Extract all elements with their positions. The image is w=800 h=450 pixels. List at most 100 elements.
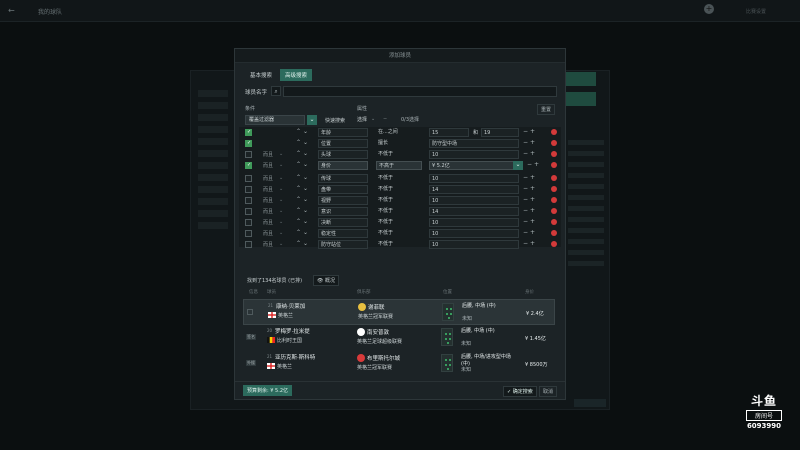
filter-operator[interactable]: 擅长 (376, 139, 422, 148)
stepper-icon[interactable]: −+ (527, 161, 541, 168)
delete-icon[interactable] (551, 186, 557, 192)
filter-prefix[interactable]: 而且 (263, 241, 273, 248)
filter-value[interactable]: 10 (429, 229, 519, 238)
move-arrows-icon[interactable]: ⌃⌄ (296, 161, 310, 168)
chevron-down-icon[interactable]: ⌄ (279, 197, 283, 203)
cancel-button[interactable]: 取消 (539, 386, 558, 397)
filter-operator[interactable]: 不高于 (376, 161, 422, 170)
filter-checkbox[interactable] (245, 186, 252, 193)
stepper-icon[interactable]: −+ (523, 128, 537, 135)
filter-value[interactable]: 10 (429, 150, 519, 159)
player-name-input[interactable] (283, 86, 557, 97)
filter-value[interactable]: ¥ 5.2亿 (429, 161, 519, 170)
move-arrows-icon[interactable]: ⌃⌄ (296, 196, 310, 203)
move-arrows-icon[interactable]: ⌃⌄ (296, 150, 310, 157)
move-arrows-icon[interactable]: ⌃⌄ (296, 240, 310, 247)
stepper-icon[interactable]: −+ (523, 218, 537, 225)
filter-field[interactable]: 传球 (318, 174, 368, 183)
chevron-down-icon[interactable]: ⌄ (279, 241, 283, 247)
filter-checkbox[interactable] (245, 162, 252, 169)
chevron-down-icon[interactable]: ⌄ (279, 208, 283, 214)
filter-operator[interactable]: 不低于 (376, 218, 422, 227)
filter-field[interactable]: 意识 (318, 207, 368, 216)
filter-field[interactable]: 防守站位 (318, 240, 368, 249)
attribute-choose[interactable]: 选择 (357, 116, 367, 123)
player-row[interactable]: 21 康纳·贝莱加 英格兰 谢菲联 英格兰冠军联赛 后腰, 中场 (中) 未知 ¥ 2.4亿 (243, 299, 555, 325)
column-header[interactable]: 信息 (249, 289, 258, 295)
filter-field[interactable]: 身价 (318, 161, 368, 170)
filter-value[interactable]: 14 (429, 185, 519, 194)
chevron-down-icon[interactable]: ⌄ (513, 161, 523, 170)
filter-operator[interactable]: 在...之间 (376, 128, 422, 137)
stepper-icon[interactable]: −+ (523, 240, 537, 247)
tab-advanced-search[interactable]: 高级搜索 (280, 69, 313, 81)
delete-icon[interactable] (551, 140, 557, 146)
filter-field[interactable]: 年龄 (318, 128, 368, 137)
filter-operator[interactable]: 不低于 (376, 207, 422, 216)
filter-checkbox[interactable] (245, 197, 252, 204)
filter-operator[interactable]: 不低于 (376, 196, 422, 205)
filter-operator[interactable]: 不低于 (376, 150, 422, 159)
delete-icon[interactable] (551, 230, 557, 236)
stepper-icon[interactable]: −+ (523, 207, 537, 214)
view-select[interactable]: 👁 概况 (313, 275, 339, 286)
filter-prefix[interactable]: 而且 (263, 186, 273, 193)
player-club[interactable]: 南安普敦 (367, 328, 389, 336)
column-header[interactable]: 位置 (443, 289, 452, 295)
delete-icon[interactable] (551, 129, 557, 135)
filter-value[interactable]: 10 (429, 174, 519, 183)
filter-operator[interactable]: 不低于 (376, 185, 422, 194)
stepper-icon[interactable]: −+ (523, 174, 537, 181)
stepper-icon[interactable]: −+ (523, 196, 537, 203)
reset-button[interactable]: 重置 (537, 104, 556, 115)
filter-value[interactable]: 14 (429, 207, 519, 216)
filter-value-2[interactable]: 19 (481, 128, 519, 137)
filter-checkbox[interactable] (245, 151, 252, 158)
move-arrows-icon[interactable]: ⌃⌄ (296, 139, 310, 146)
filter-field[interactable]: 稳定性 (318, 229, 368, 238)
filter-checkbox[interactable] (245, 140, 252, 147)
filter-checkbox[interactable] (245, 175, 252, 182)
tab-basic-search[interactable]: 基本搜索 (245, 69, 277, 81)
filter-select[interactable]: 覆盖过滤器 (245, 115, 305, 125)
player-name[interactable]: 罗梅罗·拉米提 (275, 327, 310, 335)
column-header[interactable]: 俱乐部 (357, 289, 371, 295)
filter-checkbox[interactable] (245, 241, 252, 248)
delete-icon[interactable] (551, 151, 557, 157)
move-arrows-icon[interactable]: ⌃⌄ (296, 128, 310, 135)
delete-icon[interactable] (551, 208, 557, 214)
delete-icon[interactable] (551, 219, 557, 225)
move-arrows-icon[interactable]: ⌃⌄ (296, 174, 310, 181)
filter-value[interactable]: 10 (429, 218, 519, 227)
filter-field[interactable]: 位置 (318, 139, 368, 148)
filter-operator[interactable]: 不低于 (376, 229, 422, 238)
filter-checkbox[interactable] (245, 230, 252, 237)
filter-field[interactable]: 决断 (318, 218, 368, 227)
column-header[interactable]: 身价 (525, 289, 534, 295)
filter-value[interactable]: 15 (429, 128, 469, 137)
stepper-icon[interactable]: −+ (523, 150, 537, 157)
filter-prefix[interactable]: 而且 (263, 151, 273, 158)
chevron-down-icon[interactable]: ⌄ (279, 151, 283, 157)
filter-operator[interactable]: 不低于 (376, 174, 422, 183)
player-row[interactable]: 签名 20 罗梅罗·拉米提 比利时王国 南安普敦 英格兰足球超级联赛 后腰, 中场 (中) 未… (243, 325, 555, 351)
budget-button[interactable]: 预算剩余: ¥ 5.2亿 (243, 385, 292, 396)
minus-icon[interactable]: − (383, 116, 387, 122)
filter-prefix[interactable]: 而且 (263, 219, 273, 226)
chevron-down-icon[interactable]: ⌄ (279, 186, 283, 192)
delete-icon[interactable] (551, 162, 557, 168)
filter-checkbox[interactable] (245, 129, 252, 136)
stepper-icon[interactable]: −+ (523, 185, 537, 192)
filter-value[interactable]: 防守型中场 (429, 139, 519, 148)
move-arrows-icon[interactable]: ⌃⌄ (296, 229, 310, 236)
filter-field[interactable]: 视野 (318, 196, 368, 205)
player-name[interactable]: 康纳·贝莱加 (276, 302, 305, 310)
chevron-down-icon[interactable]: ⌄ (279, 219, 283, 225)
stepper-icon[interactable]: −+ (523, 139, 537, 146)
filter-field[interactable]: 头球 (318, 150, 368, 159)
player-club[interactable]: 谢菲联 (368, 303, 385, 311)
filter-prefix[interactable]: 而且 (263, 175, 273, 182)
delete-icon[interactable] (551, 175, 557, 181)
chevron-down-icon[interactable]: ⌄ (279, 175, 283, 181)
column-header[interactable]: 球员 (267, 289, 276, 295)
